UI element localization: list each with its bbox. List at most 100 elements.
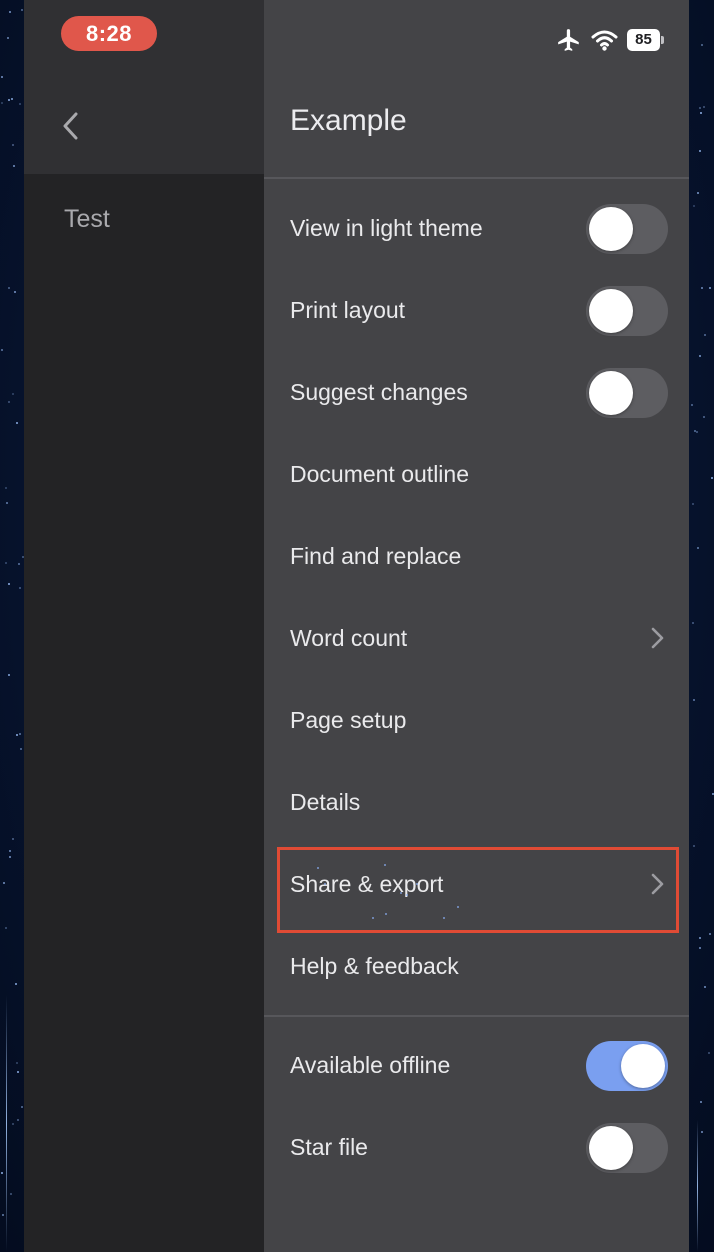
- star: [16, 421, 19, 424]
- star: [708, 1052, 711, 1055]
- star: [8, 582, 11, 585]
- star: [698, 947, 701, 950]
- star: [19, 103, 22, 106]
- star: [12, 1123, 15, 1126]
- airplane-icon: [558, 29, 579, 51]
- menu-item-label: Find and replace: [290, 543, 462, 569]
- star: [5, 927, 8, 930]
- battery-level: 85: [627, 29, 660, 51]
- star-file-toggle[interactable]: [586, 1123, 668, 1173]
- menu-item-document-outline[interactable]: Document outline: [264, 433, 689, 515]
- spark: [385, 913, 388, 916]
- menu-item-label: Page setup: [290, 707, 407, 733]
- suggest-changes-toggle[interactable]: [586, 368, 668, 418]
- star: [708, 932, 711, 935]
- star: [4, 486, 7, 489]
- star: [12, 164, 15, 167]
- star: [15, 982, 18, 985]
- star: [19, 747, 22, 750]
- star: [693, 699, 696, 702]
- document-menu: 85 Example View in light theme Print lay…: [264, 0, 689, 1252]
- phone-screen: 8:28 Test 85 Example View in light theme…: [24, 0, 689, 1252]
- spark: [400, 891, 403, 894]
- star: [1, 1172, 4, 1175]
- status-icons: 85: [556, 26, 664, 54]
- star: [8, 673, 11, 676]
- star: [1, 348, 4, 351]
- spark: [323, 882, 326, 885]
- menu-item-print-layout[interactable]: Print layout: [264, 269, 689, 351]
- wifi-icon: [591, 30, 618, 51]
- print-layout-toggle[interactable]: [586, 286, 668, 336]
- menu-item-word-count[interactable]: Word count: [264, 597, 689, 679]
- star: [3, 882, 6, 885]
- star: [7, 99, 10, 102]
- star: [7, 400, 10, 403]
- star: [691, 622, 694, 625]
- star: [12, 838, 15, 841]
- toggle-knob: [589, 1126, 633, 1170]
- star: [18, 562, 21, 565]
- star: [701, 43, 704, 46]
- star: [4, 562, 7, 565]
- status-time: 8:28: [61, 16, 157, 51]
- star: [7, 287, 10, 290]
- menu-title: Example: [290, 104, 407, 137]
- toggle-knob: [589, 371, 633, 415]
- star: [699, 1101, 702, 1104]
- star: [6, 36, 9, 39]
- highlight-box: [277, 847, 679, 933]
- toggle-knob: [589, 289, 633, 333]
- available-offline-toggle[interactable]: [586, 1041, 668, 1091]
- star: [11, 392, 14, 395]
- section-divider: [264, 1015, 689, 1017]
- menu-item-page-setup[interactable]: Page setup: [264, 679, 689, 761]
- star: [9, 849, 12, 852]
- star: [711, 792, 714, 795]
- menu-item-label: View in light theme: [290, 215, 483, 241]
- menu-item-label: Document outline: [290, 461, 469, 487]
- star: [697, 546, 700, 549]
- star: [693, 844, 696, 847]
- spark: [456, 905, 459, 908]
- star: [5, 501, 8, 504]
- menu-item-label: Print layout: [290, 297, 406, 323]
- menu-item-available-offline[interactable]: Available offline: [264, 1024, 689, 1106]
- menu-item-label: Star file: [290, 1134, 368, 1160]
- star: [21, 8, 24, 11]
- star: [14, 290, 17, 293]
- menu-item-find-and-replace[interactable]: Find and replace: [264, 515, 689, 597]
- toggle-knob: [589, 207, 633, 251]
- star: [699, 150, 702, 153]
- menu-item-label: Details: [290, 789, 361, 815]
- document-name: Test: [64, 205, 110, 233]
- menu-item-star-file[interactable]: Star file: [264, 1106, 689, 1188]
- star: [690, 403, 693, 406]
- menu-item-suggest-changes[interactable]: Suggest changes: [264, 351, 689, 433]
- menu-item-help-and-feedback[interactable]: Help & feedback: [264, 925, 689, 1007]
- back-button[interactable]: [54, 104, 94, 148]
- star: [696, 430, 699, 433]
- battery-icon: 85: [627, 29, 664, 51]
- star: [700, 1131, 703, 1134]
- spark: [383, 863, 386, 866]
- star: [700, 286, 703, 289]
- star: [697, 191, 700, 194]
- header-divider: [264, 177, 689, 179]
- star: [691, 503, 694, 506]
- menu-item-details[interactable]: Details: [264, 761, 689, 843]
- star: [17, 1118, 20, 1121]
- chevron-right-icon: [651, 627, 664, 649]
- spark: [405, 894, 408, 897]
- star: [16, 1071, 19, 1074]
- star: [709, 286, 712, 289]
- star: [0, 75, 3, 78]
- star: [702, 106, 705, 109]
- light-theme-toggle[interactable]: [586, 204, 668, 254]
- star: [16, 1062, 19, 1065]
- light-streak: [697, 1120, 698, 1252]
- document-header: 8:28: [24, 0, 264, 174]
- menu-item-view-in-light-theme[interactable]: View in light theme: [264, 187, 689, 269]
- star: [21, 1105, 24, 1108]
- chevron-left-icon: [63, 112, 78, 140]
